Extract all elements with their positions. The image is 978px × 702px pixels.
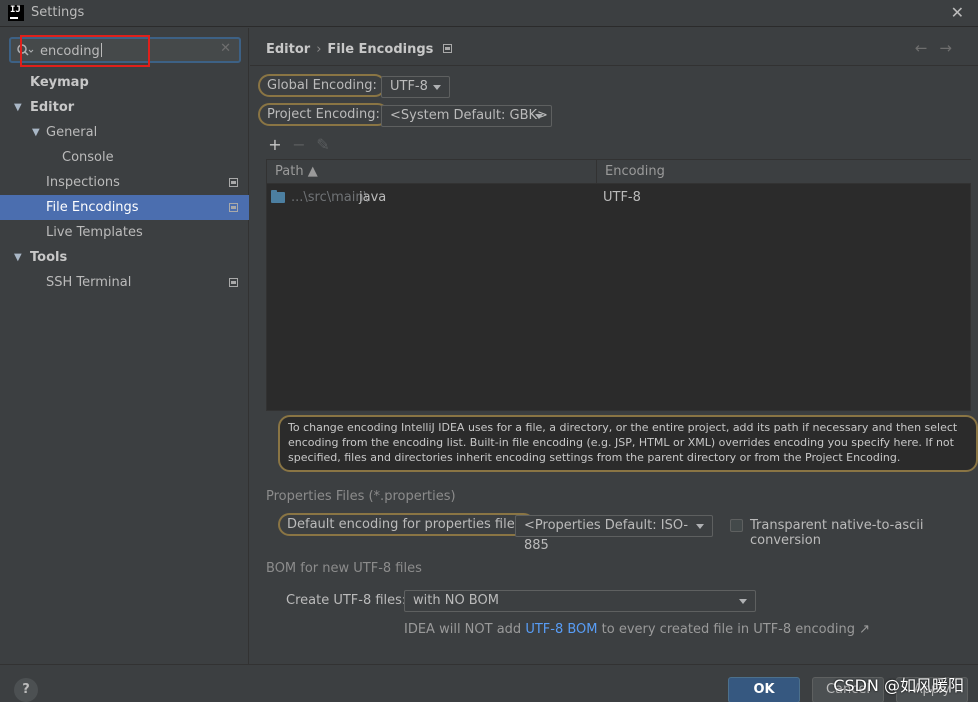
back-arrow-icon[interactable]: ← bbox=[915, 39, 940, 57]
breadcrumb: Editor › File Encodings bbox=[266, 42, 453, 57]
header-divider bbox=[250, 65, 978, 66]
chevron-down-icon bbox=[433, 85, 441, 90]
project-level-icon bbox=[229, 278, 238, 287]
sidebar-item-file-encodings[interactable]: File Encodings bbox=[0, 195, 249, 220]
title-bar: IJ Settings ✕ bbox=[0, 0, 978, 27]
settings-tree: Keymap ▼ Editor ▼ General Console Inspec… bbox=[0, 70, 249, 295]
chevron-down-icon bbox=[739, 599, 747, 604]
project-encoding-value: <System Default: GBK> bbox=[390, 108, 548, 123]
sidebar-item-label: General bbox=[46, 125, 98, 140]
table-cell-encoding: UTF-8 bbox=[603, 190, 641, 205]
add-path-button[interactable]: + bbox=[266, 135, 284, 154]
column-header-encoding[interactable]: Encoding bbox=[597, 160, 971, 184]
bom-hint-prefix: IDEA will NOT add bbox=[404, 622, 526, 637]
remove-path-button[interactable]: − bbox=[290, 135, 308, 154]
project-level-icon bbox=[443, 44, 453, 53]
transparent-conversion-label[interactable]: Transparent native-to-ascii conversion bbox=[750, 518, 978, 548]
column-header-path[interactable]: Path ▲ bbox=[267, 160, 597, 184]
path-encoding-table[interactable]: Path ▲ Encoding ...\src\main\ java UTF-8 bbox=[266, 159, 971, 411]
transparent-conversion-checkbox[interactable] bbox=[730, 519, 743, 532]
project-level-icon bbox=[229, 203, 238, 212]
ok-button[interactable]: OK bbox=[728, 677, 800, 702]
utf8-bom-link[interactable]: UTF-8 BOM bbox=[525, 622, 597, 637]
search-icon bbox=[17, 44, 34, 56]
sidebar-item-general[interactable]: ▼ General bbox=[0, 120, 249, 145]
sidebar-item-label: Live Templates bbox=[46, 225, 143, 240]
properties-encoding-value: <Properties Default: ISO-885 bbox=[524, 518, 689, 553]
sidebar-item-label: Keymap bbox=[30, 75, 89, 90]
sidebar-item-label: Console bbox=[62, 150, 114, 165]
watermark: CSDN @如风暖阳 bbox=[833, 676, 964, 695]
path-table-toolbar: + − ✎ bbox=[266, 135, 338, 157]
bom-section-title: BOM for new UTF-8 files bbox=[266, 561, 422, 576]
history-nav: ←→ bbox=[915, 39, 964, 57]
project-encoding-select[interactable]: <System Default: GBK> bbox=[381, 105, 552, 127]
search-input[interactable]: encoding ✕ bbox=[9, 37, 241, 63]
sidebar-item-label: Tools bbox=[30, 250, 68, 265]
global-encoding-select[interactable]: UTF-8 bbox=[381, 76, 450, 98]
properties-encoding-label: Default encoding for properties files: bbox=[278, 513, 535, 536]
settings-content: Editor › File Encodings ←→ Global Encoding… bbox=[250, 28, 978, 664]
sidebar-item-label: SSH Terminal bbox=[46, 275, 132, 290]
sidebar-item-label: Inspections bbox=[46, 175, 120, 190]
chevron-down-icon[interactable]: ▼ bbox=[14, 95, 22, 120]
sidebar-item-keymap[interactable]: Keymap bbox=[0, 70, 249, 95]
chevron-down-icon[interactable]: ▼ bbox=[14, 245, 22, 270]
global-encoding-label: Global Encoding: bbox=[258, 74, 386, 97]
sidebar-item-label: File Encodings bbox=[46, 200, 139, 215]
path-tail: java bbox=[359, 190, 387, 205]
settings-sidebar: encoding ✕ Keymap ▼ Editor ▼ General Con… bbox=[0, 28, 249, 664]
create-utf8-label: Create UTF-8 files: bbox=[286, 593, 407, 608]
sidebar-item-ssh-terminal[interactable]: SSH Terminal bbox=[0, 270, 249, 295]
help-button[interactable]: ? bbox=[14, 678, 38, 702]
text-caret bbox=[100, 43, 102, 57]
bom-hint: IDEA will NOT add UTF-8 BOM to every cre… bbox=[404, 622, 870, 637]
bom-value: with NO BOM bbox=[413, 593, 499, 608]
breadcrumb-current: File Encodings bbox=[327, 42, 434, 57]
properties-section-title: Properties Files (*.properties) bbox=[266, 489, 456, 504]
global-encoding-value: UTF-8 bbox=[390, 79, 428, 94]
sidebar-item-editor[interactable]: ▼ Editor bbox=[0, 95, 249, 120]
breadcrumb-separator: › bbox=[316, 42, 322, 57]
chevron-down-icon[interactable]: ▼ bbox=[32, 120, 40, 145]
project-encoding-label: Project Encoding: bbox=[258, 103, 389, 126]
bom-select[interactable]: with NO BOM bbox=[404, 590, 756, 612]
dialog-footer: ? OK Cancel Apply CSDN @如风暖阳 bbox=[0, 664, 978, 702]
sidebar-item-label: Editor bbox=[30, 100, 75, 115]
properties-encoding-select[interactable]: <Properties Default: ISO-885 bbox=[515, 515, 713, 553]
bom-hint-suffix: to every created file in UTF-8 encoding … bbox=[597, 622, 870, 637]
sidebar-item-tools[interactable]: ▼ Tools bbox=[0, 245, 249, 270]
chevron-down-icon bbox=[696, 524, 704, 529]
clear-search-icon[interactable]: ✕ bbox=[220, 41, 231, 56]
folder-icon bbox=[271, 190, 285, 203]
edit-path-button[interactable]: ✎ bbox=[314, 135, 332, 154]
close-icon[interactable]: ✕ bbox=[951, 4, 964, 22]
sidebar-item-console[interactable]: Console bbox=[0, 145, 249, 170]
window-title: Settings bbox=[31, 5, 85, 20]
project-level-icon bbox=[229, 178, 238, 187]
intellij-logo-icon: IJ bbox=[8, 5, 24, 21]
path-prefix: ...\src\main\ bbox=[291, 190, 368, 205]
search-value: encoding bbox=[40, 44, 100, 59]
sidebar-item-live-templates[interactable]: Live Templates bbox=[0, 220, 249, 245]
forward-arrow-icon[interactable]: → bbox=[939, 39, 964, 57]
table-row[interactable]: ...\src\main\ java bbox=[267, 189, 597, 207]
breadcrumb-parent[interactable]: Editor bbox=[266, 42, 310, 57]
chevron-down-icon bbox=[535, 114, 543, 119]
encoding-info-text: To change encoding IntelliJ IDEA uses fo… bbox=[278, 415, 978, 472]
sidebar-item-inspections[interactable]: Inspections bbox=[0, 170, 249, 195]
